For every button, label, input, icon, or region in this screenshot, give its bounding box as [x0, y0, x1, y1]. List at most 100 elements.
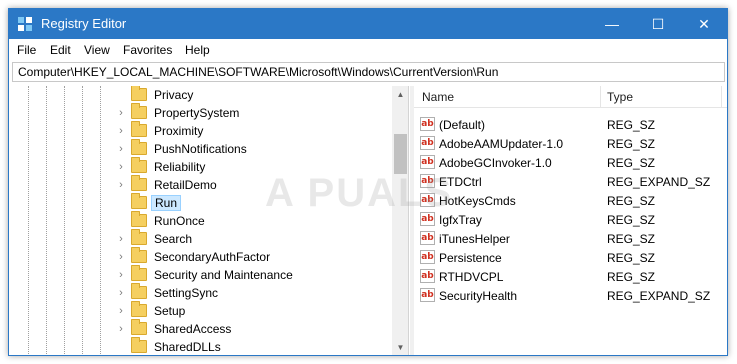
- title-bar[interactable]: Registry Editor — ☐ ✕: [9, 9, 727, 39]
- value-type: REG_SZ: [607, 156, 656, 170]
- menu-view[interactable]: View: [84, 43, 110, 57]
- value-row[interactable]: ab (Default) REG_SZ: [414, 115, 727, 134]
- folder-icon: [131, 86, 147, 101]
- chevron-right-icon[interactable]: ›: [116, 124, 126, 138]
- value-row[interactable]: ab iTunesHelper REG_SZ: [414, 229, 727, 248]
- tree-item[interactable]: › Search: [10, 229, 392, 248]
- value-row[interactable]: ab RTHDVCPL REG_SZ: [414, 267, 727, 286]
- tree-item[interactable]: › PropertySystem: [10, 103, 392, 122]
- column-header-name[interactable]: Name: [422, 90, 454, 104]
- chevron-right-icon[interactable]: ›: [116, 250, 126, 264]
- tree-item-label: RunOnce: [154, 214, 205, 228]
- watermark: A PUALS: [265, 171, 454, 215]
- values-list-pane[interactable]: Name Type ab (Default) REG_SZ ab AdobeAAMUpd…: [414, 86, 727, 355]
- value-type: REG_EXPAND_SZ: [607, 289, 711, 303]
- column-separator[interactable]: [721, 86, 722, 108]
- value-row[interactable]: ab AdobeAAMUpdater-1.0 REG_SZ: [414, 134, 727, 153]
- tree-item[interactable]: › Proximity: [10, 121, 392, 140]
- string-value-icon: ab: [420, 269, 435, 283]
- registry-editor-icon: [18, 17, 32, 31]
- folder-icon: [131, 121, 147, 137]
- column-separator[interactable]: [600, 86, 601, 108]
- tree-item-label: SharedDLLs: [154, 340, 221, 354]
- string-value-icon: ab: [420, 250, 435, 264]
- list-header: Name Type: [414, 86, 727, 108]
- value-row[interactable]: ab IgfxTray REG_SZ: [414, 210, 727, 229]
- tree-item-label: Search: [154, 232, 193, 246]
- value-row[interactable]: ab Persistence REG_SZ: [414, 248, 727, 267]
- menu-file[interactable]: File: [17, 43, 36, 57]
- scroll-down-arrow-icon[interactable]: ▼: [392, 339, 408, 355]
- tree-item-label: SecondaryAuthFactor: [154, 250, 271, 264]
- string-value-icon: ab: [420, 155, 435, 169]
- scroll-thumb[interactable]: [394, 134, 407, 174]
- window-title: Registry Editor: [41, 16, 127, 31]
- folder-icon: [131, 229, 147, 245]
- scroll-up-arrow-icon[interactable]: ▲: [392, 86, 408, 103]
- menu-bar: File Edit View Favorites Help: [9, 40, 727, 60]
- folder-icon: [131, 175, 147, 191]
- chevron-right-icon[interactable]: ›: [116, 232, 126, 246]
- tree-item-label: SharedAccess: [154, 322, 232, 336]
- tree-item-label: Run: [151, 195, 182, 211]
- folder-icon: [131, 193, 147, 209]
- minimize-button[interactable]: —: [589, 9, 635, 39]
- value-type: REG_SZ: [607, 251, 656, 265]
- chevron-right-icon[interactable]: ›: [116, 304, 126, 318]
- tree-item[interactable]: Privacy: [10, 86, 392, 104]
- folder-icon: [131, 139, 147, 155]
- close-button[interactable]: ✕: [681, 9, 727, 39]
- tree-item-label: PropertySystem: [154, 106, 240, 120]
- value-name: (Default): [439, 118, 486, 132]
- folder-icon: [131, 319, 147, 335]
- value-type: REG_SZ: [607, 232, 656, 246]
- value-row[interactable]: ab AdobeGCInvoker-1.0 REG_SZ: [414, 153, 727, 172]
- menu-favorites[interactable]: Favorites: [123, 43, 172, 57]
- tree-item-label: RetailDemo: [154, 178, 217, 192]
- column-header-type[interactable]: Type: [607, 90, 633, 104]
- value-type: REG_SZ: [607, 213, 656, 227]
- tree-item-label: PushNotifications: [154, 142, 247, 156]
- chevron-right-icon[interactable]: ›: [116, 286, 126, 300]
- tree-item[interactable]: SharedDLLs: [10, 337, 392, 355]
- folder-icon: [131, 103, 147, 119]
- chevron-right-icon[interactable]: ›: [116, 142, 126, 156]
- folder-icon: [131, 247, 147, 263]
- value-row[interactable]: ab SecurityHealth REG_EXPAND_SZ: [414, 286, 727, 305]
- key-tree-pane[interactable]: Privacy › PropertySystem › Proximity › PushNot…: [10, 86, 409, 355]
- maximize-button[interactable]: ☐: [635, 9, 681, 39]
- tree-scrollbar[interactable]: ▲ ▼: [392, 86, 408, 355]
- value-name: AdobeGCInvoker-1.0: [439, 156, 552, 170]
- value-name: AdobeAAMUpdater-1.0: [439, 137, 564, 151]
- tree-item-label: Reliability: [154, 160, 206, 174]
- tree-item[interactable]: › Security and Maintenance: [10, 265, 392, 284]
- menu-help[interactable]: Help: [185, 43, 210, 57]
- tree-item[interactable]: › PushNotifications: [10, 139, 392, 158]
- tree-item[interactable]: › SettingSync: [10, 283, 392, 302]
- chevron-right-icon[interactable]: ›: [116, 322, 126, 336]
- tree-item[interactable]: › Setup: [10, 301, 392, 320]
- value-type: REG_SZ: [607, 270, 656, 284]
- tree-item[interactable]: › SharedAccess: [10, 319, 392, 338]
- chevron-right-icon[interactable]: ›: [116, 268, 126, 282]
- value-type: REG_SZ: [607, 118, 656, 132]
- address-bar[interactable]: Computer\HKEY_LOCAL_MACHINE\SOFTWARE\Mic…: [12, 62, 725, 82]
- registry-editor-window: Registry Editor — ☐ ✕ File Edit View Fav…: [8, 8, 728, 356]
- value-type: REG_SZ: [607, 194, 656, 208]
- value-name: RTHDVCPL: [439, 270, 504, 284]
- chevron-right-icon[interactable]: ›: [116, 106, 126, 120]
- value-row[interactable]: ab HotKeysCmds REG_SZ: [414, 191, 727, 210]
- chevron-right-icon[interactable]: ›: [116, 178, 126, 192]
- tree-item-label: Proximity: [154, 124, 204, 138]
- tree-item-label: Privacy: [154, 88, 194, 102]
- value-name: SecurityHealth: [439, 289, 518, 303]
- string-value-icon: ab: [420, 136, 435, 150]
- value-type: REG_SZ: [607, 137, 656, 151]
- chevron-right-icon[interactable]: ›: [116, 160, 126, 174]
- menu-edit[interactable]: Edit: [50, 43, 71, 57]
- tree-item[interactable]: › SecondaryAuthFactor: [10, 247, 392, 266]
- value-name: iTunesHelper: [439, 232, 510, 246]
- value-row[interactable]: ab ETDCtrl REG_EXPAND_SZ: [414, 172, 727, 191]
- folder-icon: [131, 211, 147, 227]
- string-value-icon: ab: [420, 288, 435, 302]
